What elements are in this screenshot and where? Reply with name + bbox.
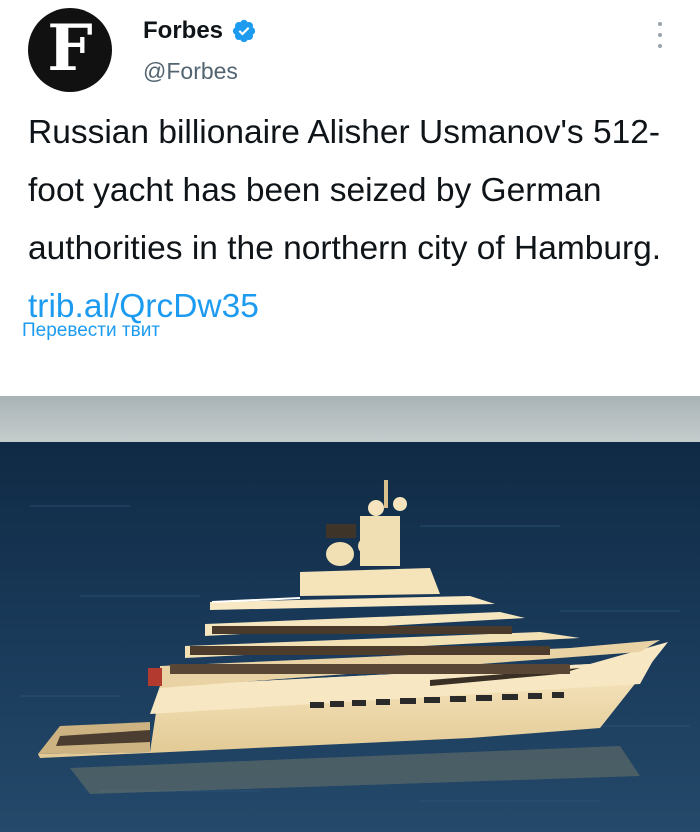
display-name[interactable]: Forbes <box>143 17 223 45</box>
tweet-body: Russian billionaire Alisher Usmanov's 51… <box>28 114 662 267</box>
more-vertical-icon[interactable] <box>651 20 669 50</box>
author-name-row: Forbes <box>143 17 257 45</box>
tweet-text: Russian billionaire Alisher Usmanov's 51… <box>28 104 678 336</box>
verified-badge-icon <box>232 19 256 43</box>
translate-tweet-button[interactable]: Перевести твит <box>22 320 160 342</box>
tweet-media-photo[interactable] <box>0 396 700 832</box>
tweet: F Forbes @Forbes Russian billionaire Ali… <box>0 0 700 832</box>
yacht-photo <box>0 396 700 832</box>
avatar-letter: F <box>47 11 93 86</box>
handle[interactable]: @Forbes <box>143 58 238 85</box>
avatar[interactable]: F <box>28 8 112 92</box>
